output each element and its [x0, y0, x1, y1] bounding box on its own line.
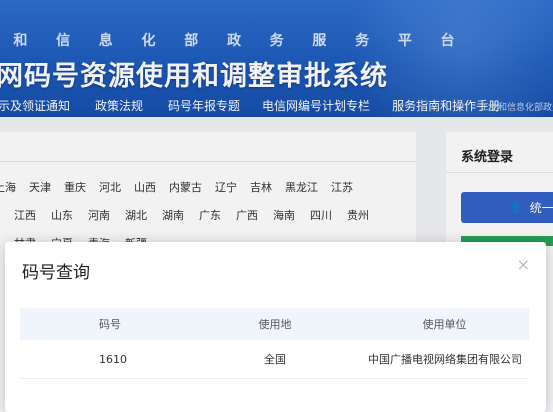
- column-header-unit: 使用单位: [360, 308, 529, 340]
- code-table: 码号 使用地 使用单位 1610 全国 中国广播电视网络集团有限公司: [20, 308, 529, 379]
- cell-location: 全国: [190, 340, 360, 379]
- column-header-code: 码号: [20, 308, 190, 340]
- table-header-row: 码号 使用地 使用单位: [20, 308, 529, 340]
- table-row: 1610 全国 中国广播电视网络集团有限公司: [20, 340, 529, 379]
- cell-unit: 中国广播电视网络集团有限公司: [360, 340, 529, 379]
- code-query-dialog: 码号查询 × 码号 使用地 使用单位 1610 全国 中国广播电视网络集团有限公…: [5, 242, 546, 412]
- cell-code: 1610: [20, 340, 190, 379]
- dialog-title: 码号查询: [22, 263, 90, 283]
- close-icon[interactable]: ×: [517, 256, 530, 274]
- column-header-location: 使用地: [190, 308, 360, 340]
